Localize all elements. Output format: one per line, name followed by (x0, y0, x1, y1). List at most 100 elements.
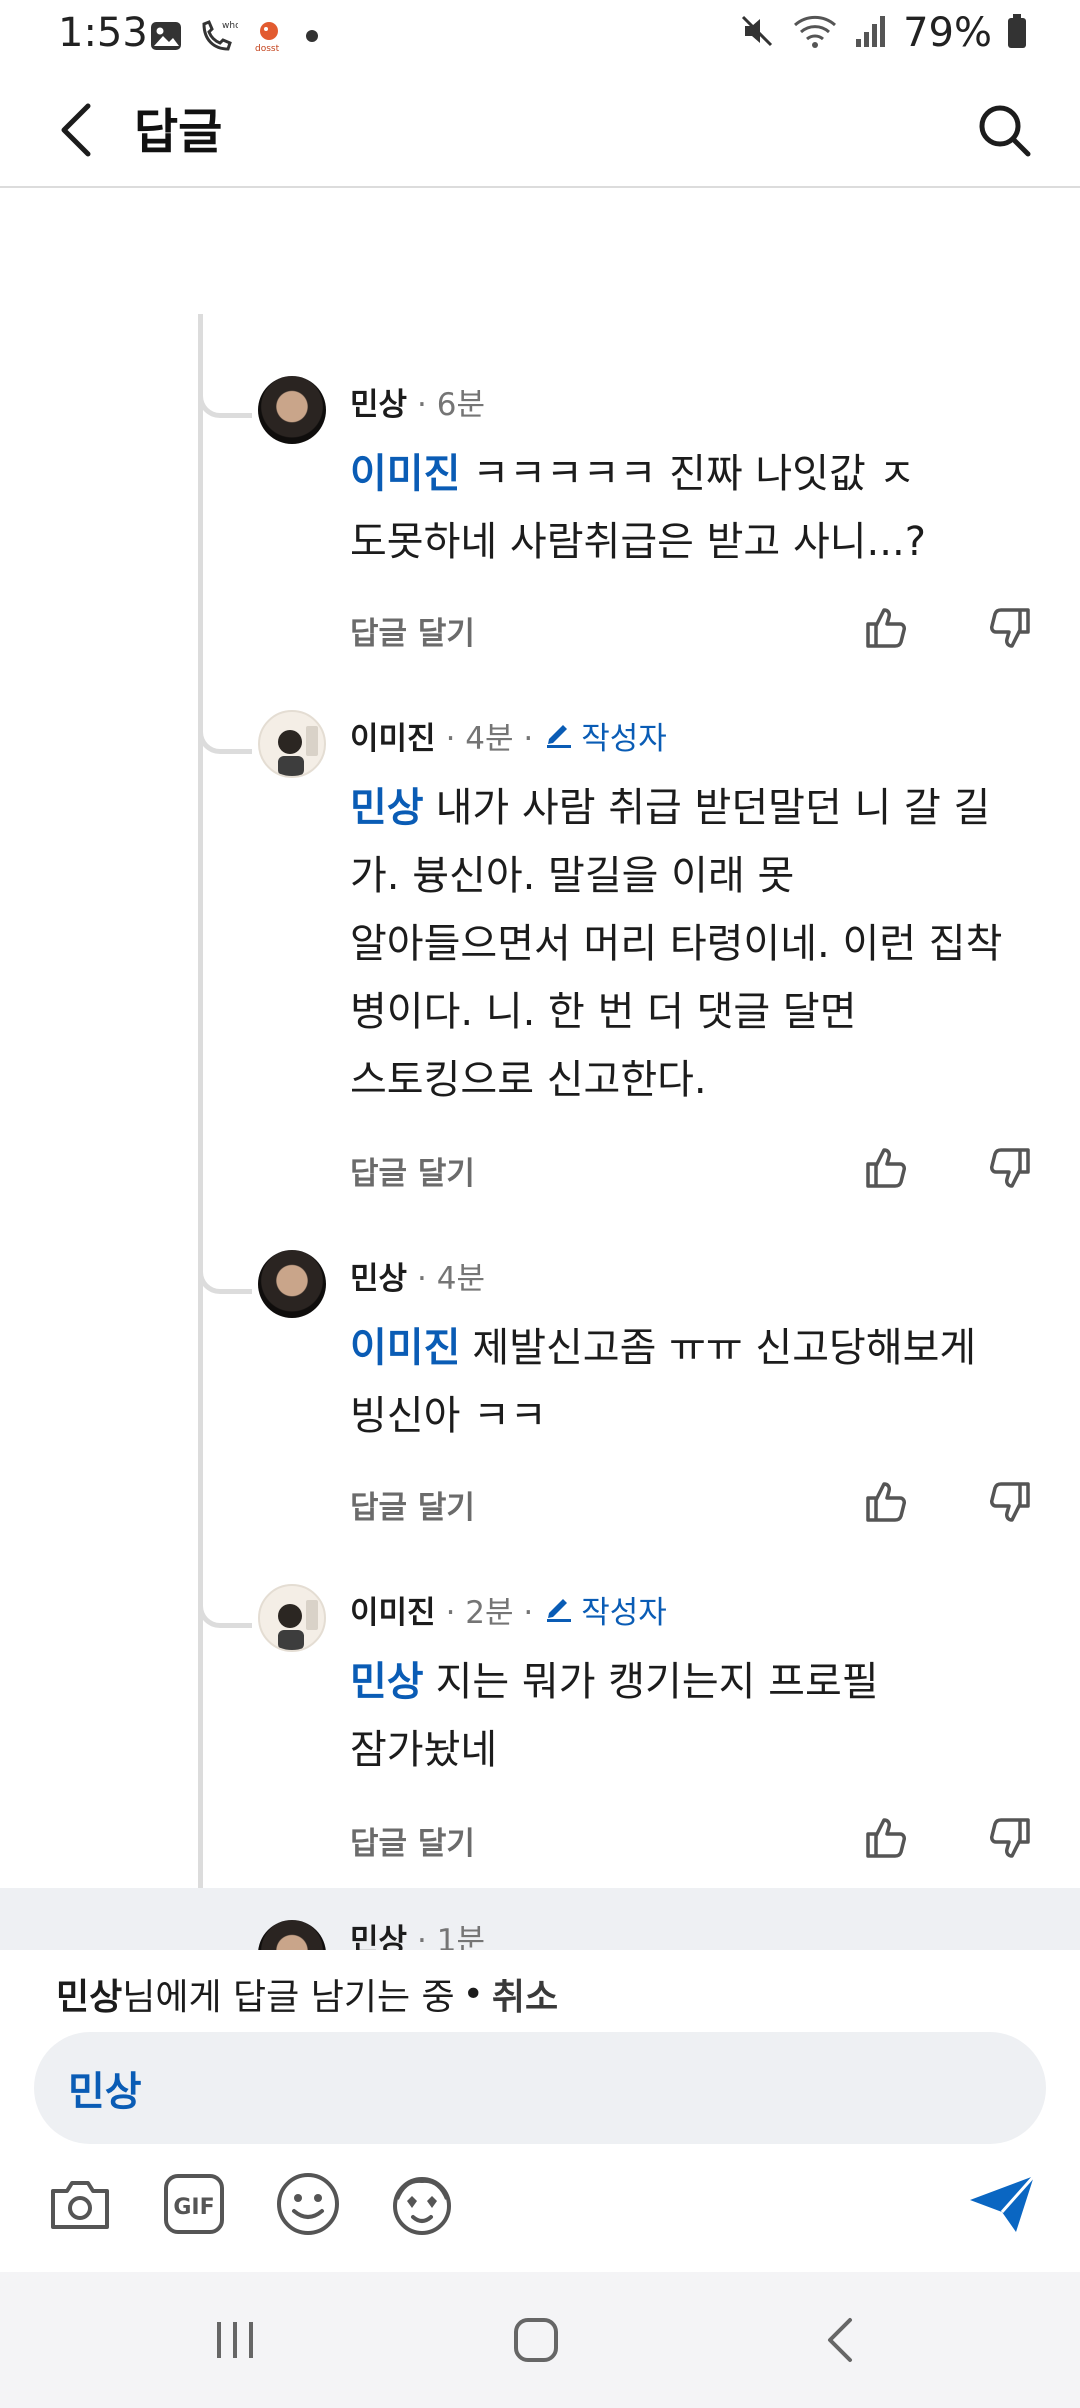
comment-line: 도못하네 사람취급은 받고 사니...? (350, 519, 926, 565)
avatar[interactable] (258, 1584, 326, 1652)
thumbs-up-icon[interactable] (858, 1474, 914, 1530)
comment-line: 병이다. 니. 한 번 더 댓글 달면 (350, 989, 857, 1035)
thumbs-up-icon[interactable] (858, 1810, 914, 1866)
reply-input[interactable]: 민상 (34, 2032, 1046, 2144)
thread-connector (198, 380, 252, 418)
comment-time: · 4분 (417, 1260, 485, 1297)
separator-dot: • (462, 1973, 484, 2015)
home-icon[interactable] (496, 2302, 576, 2378)
comment-time: · 4분 · (445, 720, 534, 757)
reply-link[interactable]: 답글 달기 (350, 1482, 475, 1527)
author-badge: 작성자 (543, 1587, 667, 1632)
mention-link[interactable]: 이미진 (350, 1325, 460, 1371)
thread-connector (198, 1256, 252, 1294)
reply-thread[interactable]: 민상 · 6분 이미진 ㅋㅋㅋㅋㅋ 진짜 나잇값 ㅈ 도못하네 사람취급은 받고 … (0, 190, 1080, 1950)
comment-author[interactable]: 이미진 (350, 1587, 436, 1632)
status-time: 1:53 (58, 10, 148, 56)
highlighted-comment[interactable] (0, 1888, 1080, 1950)
battery-icon (1006, 11, 1028, 55)
avatar[interactable] (258, 376, 326, 444)
reply-link[interactable]: 답글 달기 (350, 608, 475, 653)
status-left-icons: who dosst (148, 18, 324, 58)
battery-text: 79% (903, 10, 992, 56)
cancel-reply-button[interactable]: 취소 (492, 1968, 558, 2020)
svg-text:who: who (222, 21, 238, 31)
replying-text: 님에게 답글 남기는 중 (122, 1977, 455, 2018)
comment-line: 이미진 제발신고좀 ㅠㅠ 신고당해보게 (350, 1325, 977, 1371)
comment-author[interactable]: 민상 (350, 379, 407, 424)
thumbs-up-icon[interactable] (858, 1140, 914, 1196)
comment-time: · 1분 (417, 1922, 485, 1951)
mute-icon (737, 11, 777, 55)
app-header: 답글 (0, 76, 1080, 188)
comment-actions: 답글 달기 (0, 1810, 1080, 1870)
svg-text:dosst: dosst (255, 44, 280, 54)
signal-icon (853, 11, 889, 55)
comment-actions: 답글 달기 (0, 1474, 1080, 1534)
reply-composer: 민상 님에게 답글 남기는 중 • 취소 민상 GIF (0, 1950, 1080, 2272)
comment-header: 민상 · 4분 (350, 1250, 485, 1300)
back-button[interactable] (40, 96, 112, 168)
emoji-icon[interactable] (272, 2168, 344, 2240)
replying-status: 민상 님에게 답글 남기는 중 • 취소 (56, 1968, 558, 2020)
comment-body: 이미진 제발신고좀 ㅠㅠ 신고당해보게 빙신아 ㅋㅋ (350, 1314, 1040, 1450)
mention-link[interactable]: 이미진 (350, 451, 460, 497)
thumbs-down-icon[interactable] (982, 600, 1038, 656)
image-icon (148, 18, 184, 58)
search-button[interactable] (968, 96, 1040, 168)
wifi-icon (791, 11, 839, 55)
thumbs-down-icon[interactable] (982, 1810, 1038, 1866)
comment-time: · 2분 · (445, 1594, 534, 1631)
mention-link[interactable]: 민상 (350, 785, 424, 831)
comment-line: 알아들으면서 머리 타령이네. 이런 집착 (350, 921, 1003, 967)
reply-link[interactable]: 답글 달기 (350, 1148, 475, 1193)
replying-to-name: 민상 (56, 1977, 123, 2018)
send-icon[interactable] (962, 2168, 1042, 2240)
back-arrow-icon (54, 102, 98, 162)
comment-actions: 답글 달기 (0, 600, 1080, 660)
back-icon[interactable] (800, 2302, 880, 2378)
dot-icon (300, 18, 324, 58)
gif-icon[interactable]: GIF (158, 2168, 230, 2240)
camera-icon[interactable] (44, 2168, 116, 2240)
comment-header: 민상 · 6분 (350, 376, 485, 426)
status-right: 79% (737, 10, 1028, 56)
comment-line: 잠가놨네 (350, 1727, 498, 1773)
svg-text:GIF: GIF (173, 2195, 214, 2220)
comment-header: 이미진 · 4분 · 작성자 (350, 710, 667, 760)
comment-line: 스토킹으로 신고한다. (350, 1057, 707, 1103)
thumbs-down-icon[interactable] (982, 1140, 1038, 1196)
pencil-icon (543, 1591, 575, 1627)
comment-time: · 6분 (417, 386, 485, 423)
comment-header: 민상 · 1분 (350, 1912, 485, 1951)
thread-connector (198, 716, 252, 754)
mention-link[interactable]: 민상 (350, 1659, 424, 1705)
comment-line: 민상 내가 사람 취급 받던말던 니 갈 길 (350, 785, 991, 831)
composer-toolbar: GIF (0, 2168, 1080, 2248)
pencil-icon (543, 717, 575, 753)
call-icon: who (198, 18, 241, 58)
status-bar: 1:53 who dosst 79% (0, 0, 1080, 76)
app-icon: dosst (252, 18, 286, 58)
thumbs-down-icon[interactable] (982, 1474, 1038, 1530)
comment-author[interactable]: 이미진 (350, 713, 436, 758)
comment-actions: 답글 달기 (0, 1140, 1080, 1200)
comment-line: 가. 븅신아. 말길을 이래 못 (350, 853, 795, 899)
comment-body: 민상 지는 뭐가 캥기는지 프로필 잠가놨네 (350, 1648, 1040, 1784)
comment-body: 민상 내가 사람 취급 받던말던 니 갈 길 가. 븅신아. 말길을 이래 못 알… (350, 774, 1040, 1114)
recent-apps-icon[interactable] (195, 2302, 275, 2378)
comment-header: 이미진 · 2분 · 작성자 (350, 1584, 667, 1634)
thread-connector (198, 1590, 252, 1628)
comment-body: 이미진 ㅋㅋㅋㅋㅋ 진짜 나잇값 ㅈ 도못하네 사람취급은 받고 사니...? (350, 440, 1040, 576)
comment-author[interactable]: 민상 (350, 1253, 407, 1298)
comment-author[interactable]: 민상 (350, 1915, 407, 1951)
comment-line: 민상 지는 뭐가 캥기는지 프로필 (350, 1659, 879, 1705)
avatar[interactable] (258, 710, 326, 778)
system-nav-bar (0, 2272, 1080, 2408)
avatar[interactable] (258, 1250, 326, 1318)
thumbs-up-icon[interactable] (858, 600, 914, 656)
avatar-sticker-icon[interactable] (386, 2168, 458, 2240)
reply-link[interactable]: 답글 달기 (350, 1818, 475, 1863)
search-icon (976, 102, 1032, 162)
input-mention: 민상 (68, 2069, 142, 2115)
